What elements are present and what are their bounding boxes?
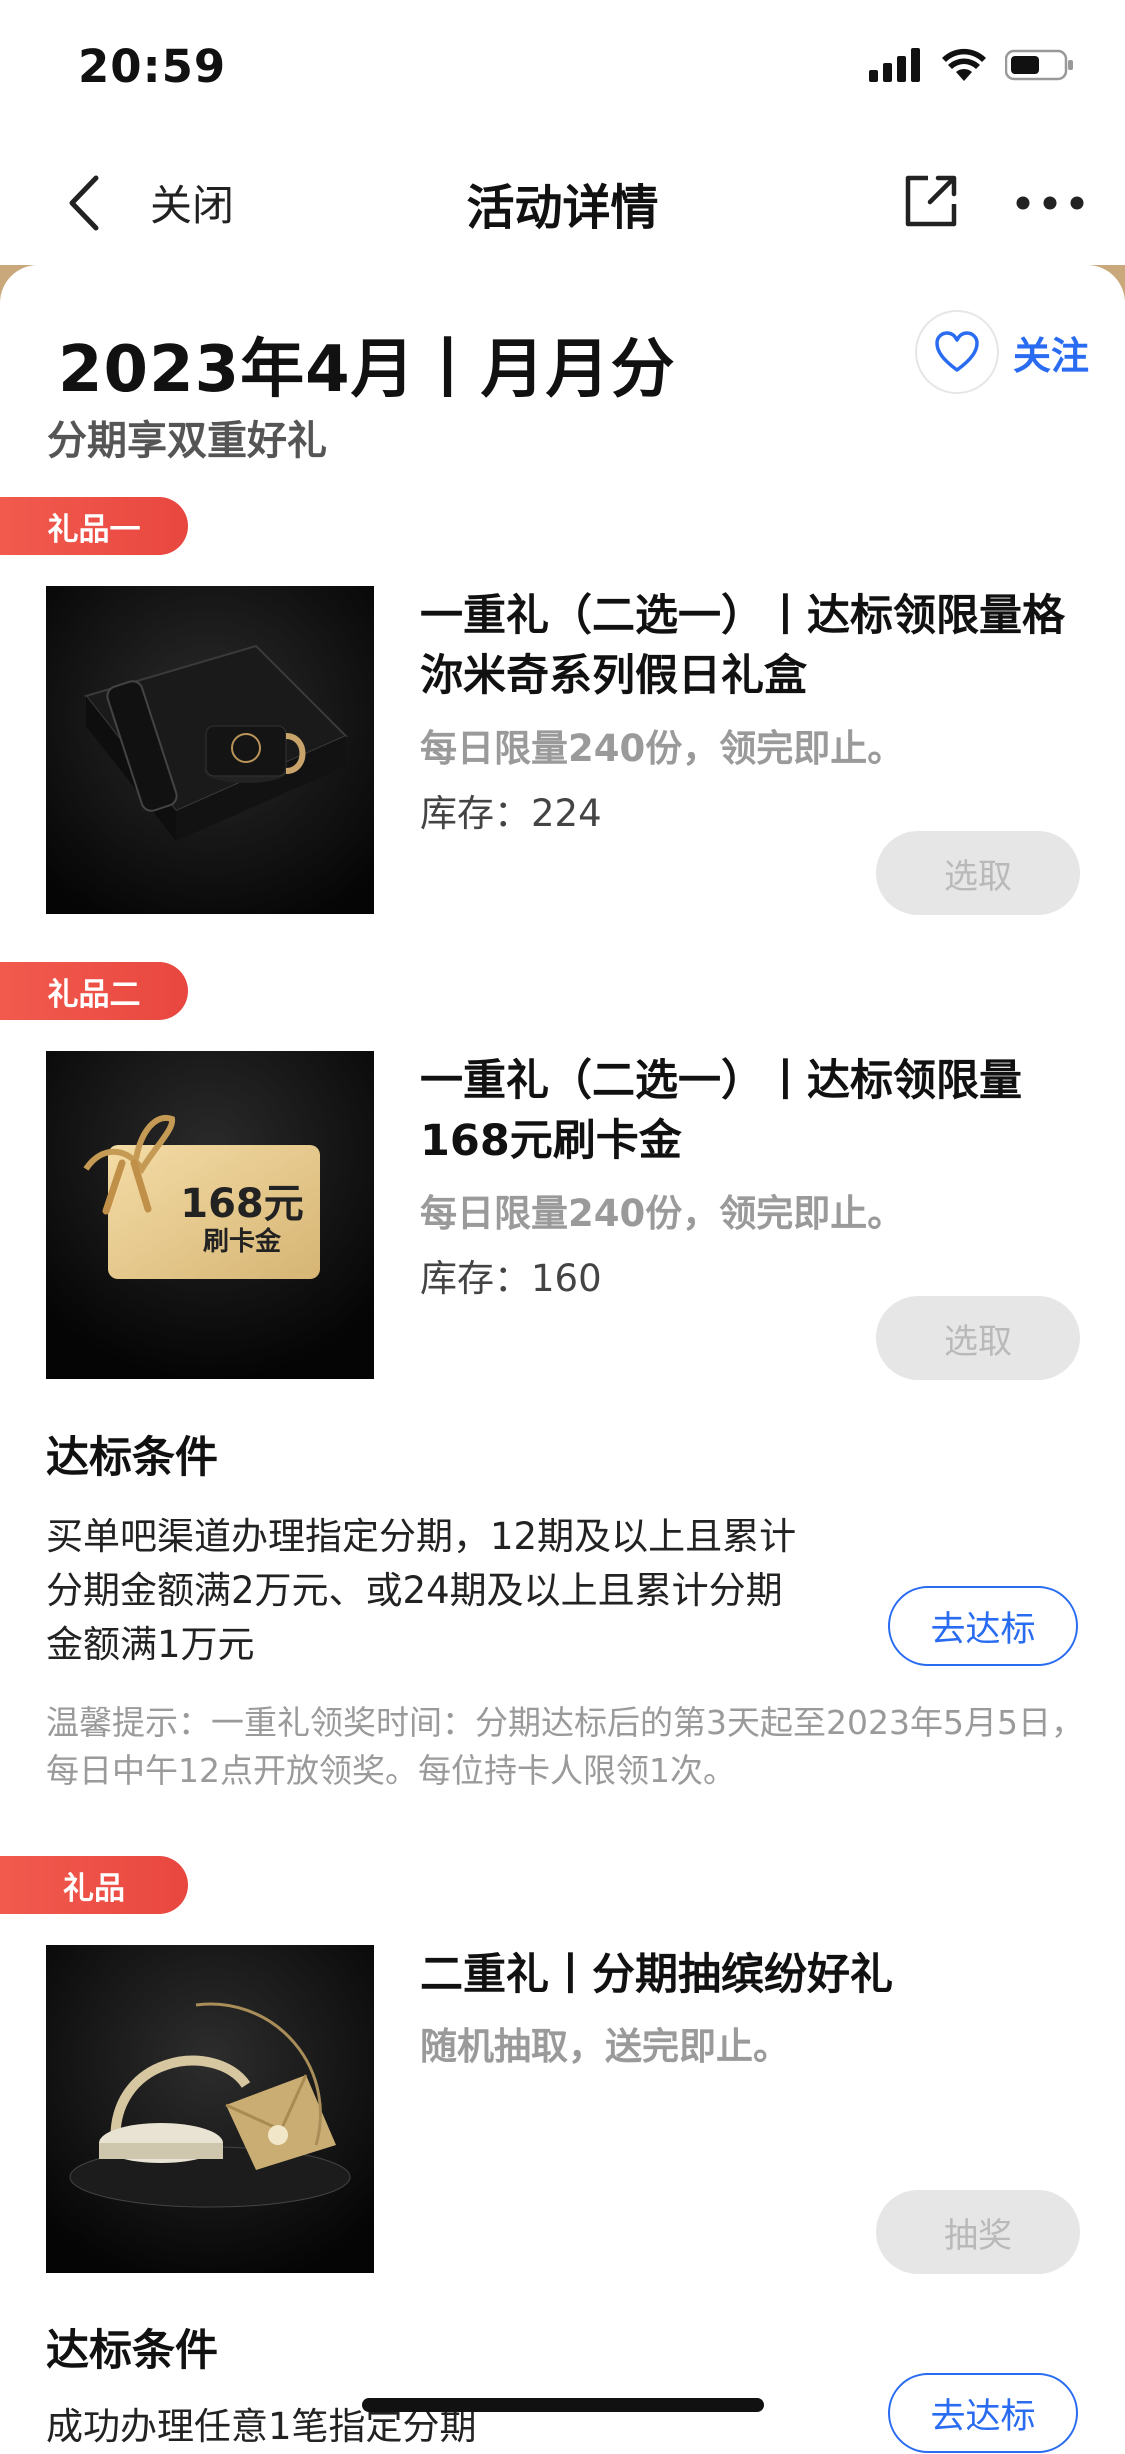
status-time: 20:59 [78, 40, 227, 93]
gift-3-title: 二重礼丨分期抽缤纷好礼 [420, 1950, 893, 2000]
share-icon[interactable] [900, 170, 962, 232]
nav-bar: 关闭 活动详情 [0, 140, 1125, 265]
status-bar: 20:59 [0, 0, 1125, 140]
gift-2-note: 每日限量240份，领完即止。 [420, 1192, 905, 1235]
condition-1-text: 买单吧渠道办理指定分期，12期及以上且累计分期金额满2万元、或24期及以上且累计… [46, 1515, 797, 1666]
gift-1-note: 每日限量240份，领完即止。 [420, 727, 905, 770]
gift-tag-1: 礼品一 [0, 497, 188, 555]
gift-1-select-button[interactable]: 选取 [876, 831, 1080, 915]
gift-2-title: 一重礼（二选一）丨达标领限量168元刷卡金 [420, 1056, 1022, 1166]
more-icon[interactable] [1015, 195, 1085, 211]
gift-tag-2: 礼品二 [0, 962, 188, 1020]
heart-icon[interactable] [915, 310, 999, 394]
condition-1-go-button[interactable]: 去达标 [888, 1586, 1078, 1666]
status-icons [869, 48, 1075, 82]
signal-icon [869, 48, 920, 82]
condition-1-heading: 达标条件 [46, 1433, 218, 1483]
activity-title: 2023年4月丨月月分 [58, 333, 676, 407]
gift-1-title: 一重礼（二选一）丨达标领限量格沵米奇系列假日礼盒 [420, 591, 1065, 701]
follow-button[interactable]: 关注 [915, 310, 1089, 394]
condition-1-tip: 温馨提示：一重礼领奖时间：分期达标后的第3天起至2023年5月5日，每日中午12… [46, 1703, 1084, 1790]
wifi-icon [942, 48, 986, 81]
card-credit-image: 168元 刷卡金 [46, 1051, 374, 1379]
gift-1-stock: 库存：224 [420, 792, 602, 835]
condition-2-heading: 达标条件 [46, 2326, 218, 2376]
battery-icon [1005, 49, 1073, 81]
lamp-gift-image [46, 1945, 374, 2273]
gift-2-stock: 库存：160 [420, 1257, 602, 1300]
follow-label[interactable]: 关注 [1013, 325, 1089, 380]
gift-3-lottery-button[interactable]: 抽奖 [876, 2190, 1080, 2274]
condition-2-go-button[interactable]: 去达标 [888, 2373, 1078, 2453]
gift-tag-3: 礼品 [0, 1856, 188, 1914]
gift-2-select-button[interactable]: 选取 [876, 1296, 1080, 1380]
activity-subtitle: 分期享双重好礼 [47, 418, 327, 464]
home-indicator [362, 2398, 764, 2412]
gift-3-note: 随机抽取，送完即止。 [420, 2025, 790, 2068]
gift-box-image [46, 586, 374, 914]
card-label: 刷卡金 [202, 1227, 281, 1257]
